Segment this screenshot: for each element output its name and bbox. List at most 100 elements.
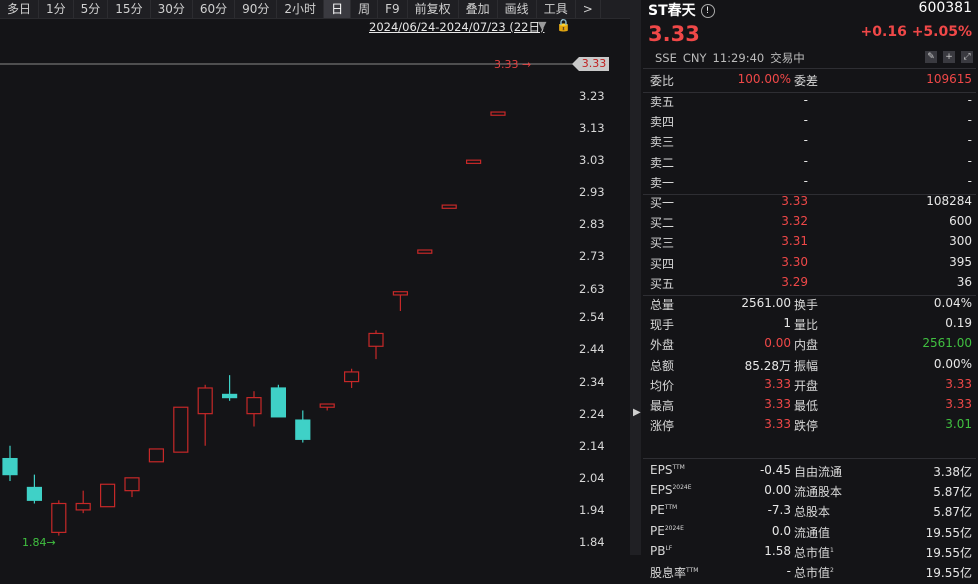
bid-row[interactable]: 买二 3.32 600 <box>641 214 978 234</box>
stat-row: 现手 1 量比 0.19 <box>641 316 978 336</box>
fundamental-label: PETTM <box>650 503 678 518</box>
ask-label: 卖五 <box>650 95 675 109</box>
period-tab[interactable]: 多日 <box>0 0 40 18</box>
fundamental-row: EPSTTM -0.45 自由流通 3.38亿 <box>641 463 978 483</box>
candle-body <box>173 406 189 453</box>
candle-body <box>466 159 482 164</box>
stat-label: 最高 <box>650 399 675 413</box>
period-tab[interactable]: 叠加 <box>459 0 498 18</box>
bid-row[interactable]: 买四 3.30 395 <box>641 255 978 275</box>
bid-price: 3.29 <box>781 274 808 289</box>
fundamental-label: EPSTTM <box>650 463 685 477</box>
stock-code: 600381 <box>918 0 972 16</box>
y-tick-label: 2.34 <box>579 374 605 389</box>
period-toolbar: 多日 1分 5分 15分 30分 60分 90分 2小时日周 F9 前复权 叠加 画线 工具 > <box>0 0 630 19</box>
candle-body <box>197 387 213 415</box>
expand-icon[interactable]: ⤢ <box>961 51 973 63</box>
ask-row[interactable]: 卖五 - - <box>641 93 978 113</box>
divider <box>643 458 976 459</box>
edit-icon[interactable]: ✎ <box>925 51 937 63</box>
period-tab[interactable]: 1分 <box>39 0 74 18</box>
y-tick-label: 3.13 <box>579 121 605 136</box>
y-tick-label: 1.94 <box>579 502 605 517</box>
bid-volume: 395 <box>949 254 972 269</box>
ask-price: - <box>803 173 808 188</box>
bid-price: 3.32 <box>781 214 808 229</box>
bid-price: 3.30 <box>781 254 808 269</box>
period-tab[interactable]: 30分 <box>151 0 193 18</box>
period-tab[interactable]: > <box>576 0 601 18</box>
panel-splitter[interactable] <box>630 0 641 555</box>
fundamental-label: 总市值1 <box>794 545 834 560</box>
price-change: +0.16 +5.05% <box>860 24 972 40</box>
last-price: 3.33 <box>648 22 700 46</box>
fundamental-label: 总股本 <box>794 505 831 520</box>
lock-icon[interactable]: 🔒 <box>556 18 571 32</box>
stat-label: 总量 <box>650 298 675 312</box>
ask-row[interactable]: 卖三 - - <box>641 133 978 153</box>
stat-row: 均价 3.33 开盘 3.33 <box>641 377 978 397</box>
bid-volume: 36 <box>956 274 972 289</box>
ask-label: 卖四 <box>650 115 675 130</box>
candle-body <box>344 371 360 383</box>
stat-value: 3.33 <box>764 417 791 432</box>
candle-body <box>417 249 433 254</box>
bid-row[interactable]: 买三 3.31 300 <box>641 234 978 254</box>
divider <box>643 68 976 69</box>
fundamental-value: 3.38亿 <box>933 465 972 479</box>
stat-label: 均价 <box>650 378 675 393</box>
period-tab[interactable]: 15分 <box>108 0 151 18</box>
candle-body <box>148 448 164 463</box>
ask-volume: - <box>967 133 972 148</box>
fundamental-label: PE2024E <box>650 523 684 538</box>
period-tab[interactable]: 画线 <box>498 0 537 18</box>
bid-price: 3.31 <box>781 234 808 249</box>
period-tab[interactable]: 2小时 <box>277 0 325 18</box>
stat-row: 外盘 0.00 内盘 2561.00 <box>641 336 978 356</box>
candle-body <box>26 486 42 501</box>
bid-volume: 108284 <box>926 194 972 208</box>
date-range-dropdown-icon[interactable]: ▼ <box>538 19 546 32</box>
ask-row[interactable]: 卖四 - - <box>641 113 978 133</box>
stat-value: 2561.00 <box>741 296 791 310</box>
ask-price: - <box>803 113 808 128</box>
collapse-arrow-icon[interactable]: ▶ <box>633 407 641 418</box>
period-tab[interactable]: 5分 <box>74 0 109 18</box>
add-icon[interactable]: + <box>943 51 955 63</box>
fundamental-value: 5.87亿 <box>933 485 972 500</box>
period-tab[interactable]: 周 <box>351 0 379 18</box>
period-tab[interactable]: 60分 <box>193 0 236 18</box>
stat-label: 振幅 <box>794 358 819 373</box>
fundamental-label: 自由流通 <box>794 465 843 479</box>
candlestick-chart[interactable]: 3.33 → 1.84→ <box>0 40 630 555</box>
ask-row[interactable]: 卖二 - - <box>641 154 978 174</box>
candle-body <box>124 477 140 492</box>
period-tab[interactable]: 工具 <box>537 0 576 18</box>
chart-canvas[interactable]: 3.33 → 1.84→ <box>0 40 630 555</box>
fundamental-label: 流通值 <box>794 525 831 540</box>
ask-price: - <box>803 153 808 168</box>
date-range-label[interactable]: 2024/06/24-2024/07/23 (22日) <box>369 19 544 35</box>
ask-row[interactable]: 卖一 - - <box>641 174 978 194</box>
stat-label: 换手 <box>794 298 819 312</box>
stat-value: 0.04% <box>933 296 972 310</box>
period-tab[interactable]: 前复权 <box>408 0 459 18</box>
candle-body <box>51 502 67 533</box>
bid-row[interactable]: 买五 3.29 36 <box>641 275 978 295</box>
stat-row: 最高 3.33 最低 3.33 <box>641 397 978 417</box>
period-tab[interactable]: 日 <box>324 0 352 18</box>
candle-body <box>270 387 286 418</box>
stat-row: 涨停 3.33 跌停 3.01 <box>641 417 978 437</box>
candle-body <box>99 483 116 508</box>
stat-value: 3.01 <box>945 417 972 432</box>
stat-value: 3.33 <box>945 376 972 391</box>
quote-panel: ST春天 ! 600381 3.33 +0.16 +5.05% SSE CNY 11… <box>641 0 978 580</box>
stat-label: 涨停 <box>650 419 675 434</box>
fundamental-row: EPS2024E 0.00 流通股本 5.87亿 <box>641 483 978 503</box>
bid-row[interactable]: 买一 3.33 108284 <box>641 194 978 214</box>
fundamental-value: 0.00 <box>764 483 791 498</box>
stat-row: 总量 2561.00 换手 0.04% <box>641 296 978 316</box>
period-tab[interactable]: F9 <box>378 0 408 18</box>
info-icon[interactable]: ! <box>700 4 715 18</box>
period-tab[interactable]: 90分 <box>235 0 278 18</box>
